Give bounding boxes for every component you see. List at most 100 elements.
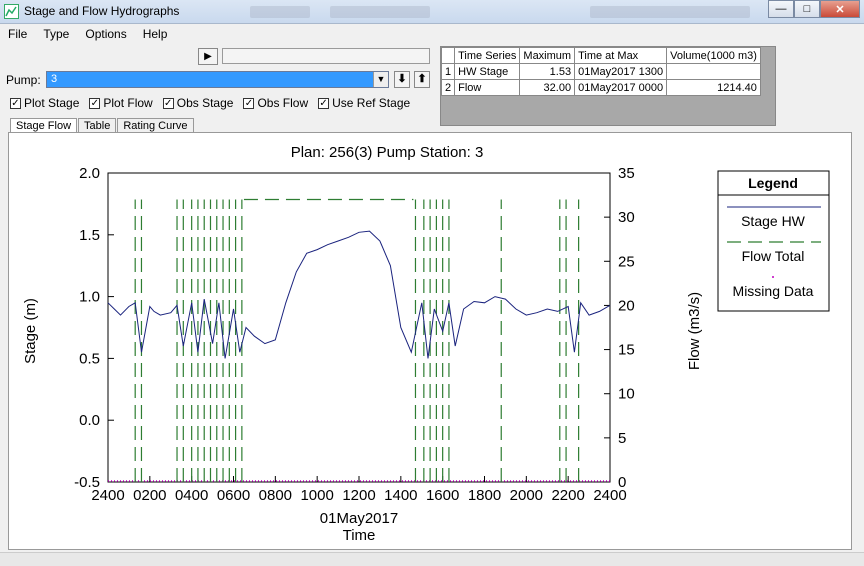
legend-swatch-missing bbox=[772, 276, 774, 278]
y-left-tick-label: 1.5 bbox=[79, 227, 100, 244]
table-row[interactable]: 1 HW Stage 1.53 01May2017 1300 bbox=[440, 63, 761, 80]
arrow-up-icon: ⬆ bbox=[417, 73, 427, 85]
menu-bar: File Type Options Help bbox=[0, 24, 864, 44]
y-right-tick-label: 30 bbox=[618, 209, 635, 226]
cell-volume bbox=[666, 63, 761, 80]
pump-label: Pump: bbox=[6, 73, 41, 87]
summary-header: Volume(1000 m3) bbox=[666, 47, 761, 64]
x-tick-label: 2000 bbox=[510, 487, 543, 504]
y-right-tick-label: 25 bbox=[618, 253, 635, 270]
y-axis-right-label: Flow (m3/s) bbox=[686, 292, 703, 370]
checkbox-obs-flow[interactable]: ✓ Obs Flow bbox=[243, 96, 308, 110]
arrow-down-icon: ⬇ bbox=[397, 73, 407, 85]
background-window-blur bbox=[590, 6, 750, 18]
y-axis-left-label: Stage (m) bbox=[22, 298, 39, 364]
cell-volume: 1214.40 bbox=[666, 79, 761, 96]
x-tick-label: 1200 bbox=[342, 487, 375, 504]
chevron-down-icon[interactable]: ▼ bbox=[373, 72, 388, 87]
close-button[interactable]: ✕ bbox=[820, 0, 860, 18]
checkbox-plot-stage[interactable]: ✓ Plot Stage bbox=[10, 96, 79, 110]
checkbox-box[interactable]: ✓ bbox=[243, 97, 255, 109]
tab-rating-curve[interactable]: Rating Curve bbox=[117, 118, 194, 133]
summary-header: Maximum bbox=[519, 47, 576, 64]
legend: Legend Stage HW Flow Total Missing Data bbox=[717, 170, 830, 312]
checkbox-box[interactable]: ✓ bbox=[318, 97, 330, 109]
y-left-tick-label: 0.5 bbox=[79, 350, 100, 367]
x-tick-label: 0200 bbox=[133, 487, 166, 504]
y-right-tick-label: 15 bbox=[618, 342, 635, 359]
checkbox-box[interactable]: ✓ bbox=[162, 97, 174, 109]
checkbox-label: Obs Flow bbox=[257, 96, 309, 110]
horizontal-scrollbar[interactable] bbox=[0, 552, 864, 566]
menu-type[interactable]: Type bbox=[35, 27, 77, 41]
x-tick-label: 1000 bbox=[300, 487, 333, 504]
summary-header-row: Time Series Maximum Time at Max Volume(1… bbox=[440, 47, 761, 64]
checkbox-use-ref-stage[interactable]: ✓ Use Ref Stage bbox=[318, 96, 410, 110]
tab-table[interactable]: Table bbox=[78, 118, 117, 133]
y-right-tick-label: 5 bbox=[618, 430, 626, 447]
cell-series: HW Stage bbox=[454, 63, 521, 80]
progress-bar bbox=[222, 48, 430, 64]
play-icon: ▶ bbox=[204, 51, 212, 62]
row-index: 2 bbox=[440, 79, 456, 96]
menu-help[interactable]: Help bbox=[135, 27, 176, 41]
y-left-tick-label: 1.0 bbox=[79, 289, 100, 306]
x-tick-label: 0600 bbox=[217, 487, 250, 504]
legend-item-flow: Flow Total bbox=[742, 248, 805, 264]
play-button[interactable]: ▶ bbox=[198, 48, 218, 65]
checkbox-box[interactable]: ✓ bbox=[10, 97, 21, 109]
cell-maximum: 32.00 bbox=[519, 79, 576, 96]
table-row[interactable]: 2 Flow 32.00 01May2017 0000 1214.40 bbox=[440, 79, 761, 96]
x-tick-label: 0400 bbox=[175, 487, 208, 504]
y-right-tick-label: 20 bbox=[618, 297, 635, 314]
y-right-tick-label: 0 bbox=[618, 474, 626, 491]
tab-stage-flow[interactable]: Stage Flow bbox=[10, 118, 78, 133]
pump-selected-value: 3 bbox=[51, 73, 58, 85]
cell-maximum: 1.53 bbox=[519, 63, 576, 80]
cell-series: Flow bbox=[454, 79, 521, 96]
view-tabs: Stage Flow Table Rating Curve bbox=[10, 118, 195, 133]
window-title: Stage and Flow Hydrographs bbox=[24, 4, 180, 18]
cell-time-at-max: 01May2017 0000 bbox=[574, 79, 668, 96]
plot-options: ✓ Plot Stage ✓ Plot Flow ✓ Obs Stage ✓ Obs F… bbox=[10, 96, 410, 110]
next-pump-button[interactable]: ⬇ bbox=[394, 71, 410, 88]
y-left-tick-label: 0.0 bbox=[79, 412, 100, 429]
pump-dropdown[interactable]: 3 ▼ bbox=[46, 71, 389, 88]
background-window-blur bbox=[330, 6, 430, 18]
x-axis-date-label: 01May2017 bbox=[320, 510, 398, 527]
checkbox-plot-flow[interactable]: ✓ Plot Flow bbox=[89, 96, 153, 110]
checkbox-label: Use Ref Stage bbox=[332, 96, 411, 110]
minimize-button[interactable]: — bbox=[768, 0, 794, 18]
maximize-button[interactable]: □ bbox=[794, 0, 820, 18]
cell-time-at-max: 01May2017 1300 bbox=[574, 63, 668, 80]
x-tick-label: 2200 bbox=[551, 487, 584, 504]
summary-header: Time at Max bbox=[574, 47, 668, 64]
x-tick-label: 1600 bbox=[426, 487, 459, 504]
legend-title: Legend bbox=[748, 175, 798, 191]
checkbox-label: Plot Flow bbox=[103, 96, 153, 110]
menu-file[interactable]: File bbox=[0, 27, 35, 41]
checkbox-label: Obs Stage bbox=[176, 96, 234, 110]
background-window-blur bbox=[250, 6, 310, 18]
checkbox-label: Plot Stage bbox=[24, 96, 80, 110]
hydrograph-svg: Plan: 256(3) Pump Station: 3 Stage (m) F… bbox=[22, 144, 830, 544]
legend-item-missing: Missing Data bbox=[733, 283, 814, 299]
x-axis-label: Time bbox=[343, 527, 376, 544]
app-icon bbox=[4, 4, 19, 19]
x-tick-label: 1800 bbox=[468, 487, 501, 504]
title-bar: Stage and Flow Hydrographs — □ ✕ bbox=[0, 0, 864, 24]
menu-options[interactable]: Options bbox=[77, 27, 134, 41]
chart-title: Plan: 256(3) Pump Station: 3 bbox=[291, 144, 484, 161]
previous-pump-button[interactable]: ⬆ bbox=[414, 71, 430, 88]
summary-header: Time Series bbox=[454, 47, 521, 64]
summary-header-corner bbox=[440, 47, 456, 64]
y-right-tick-label: 10 bbox=[618, 386, 635, 403]
summary-table-panel: Time Series Maximum Time at Max Volume(1… bbox=[440, 46, 776, 126]
hydrograph-chart: Plan: 256(3) Pump Station: 3 Stage (m) F… bbox=[8, 132, 852, 550]
row-index: 1 bbox=[440, 63, 456, 80]
legend-item-stage: Stage HW bbox=[741, 213, 806, 229]
vertical-scrollbar[interactable] bbox=[852, 132, 864, 552]
y-right-tick-label: 35 bbox=[618, 165, 635, 182]
checkbox-box[interactable]: ✓ bbox=[89, 97, 101, 109]
checkbox-obs-stage[interactable]: ✓ Obs Stage bbox=[162, 96, 234, 110]
